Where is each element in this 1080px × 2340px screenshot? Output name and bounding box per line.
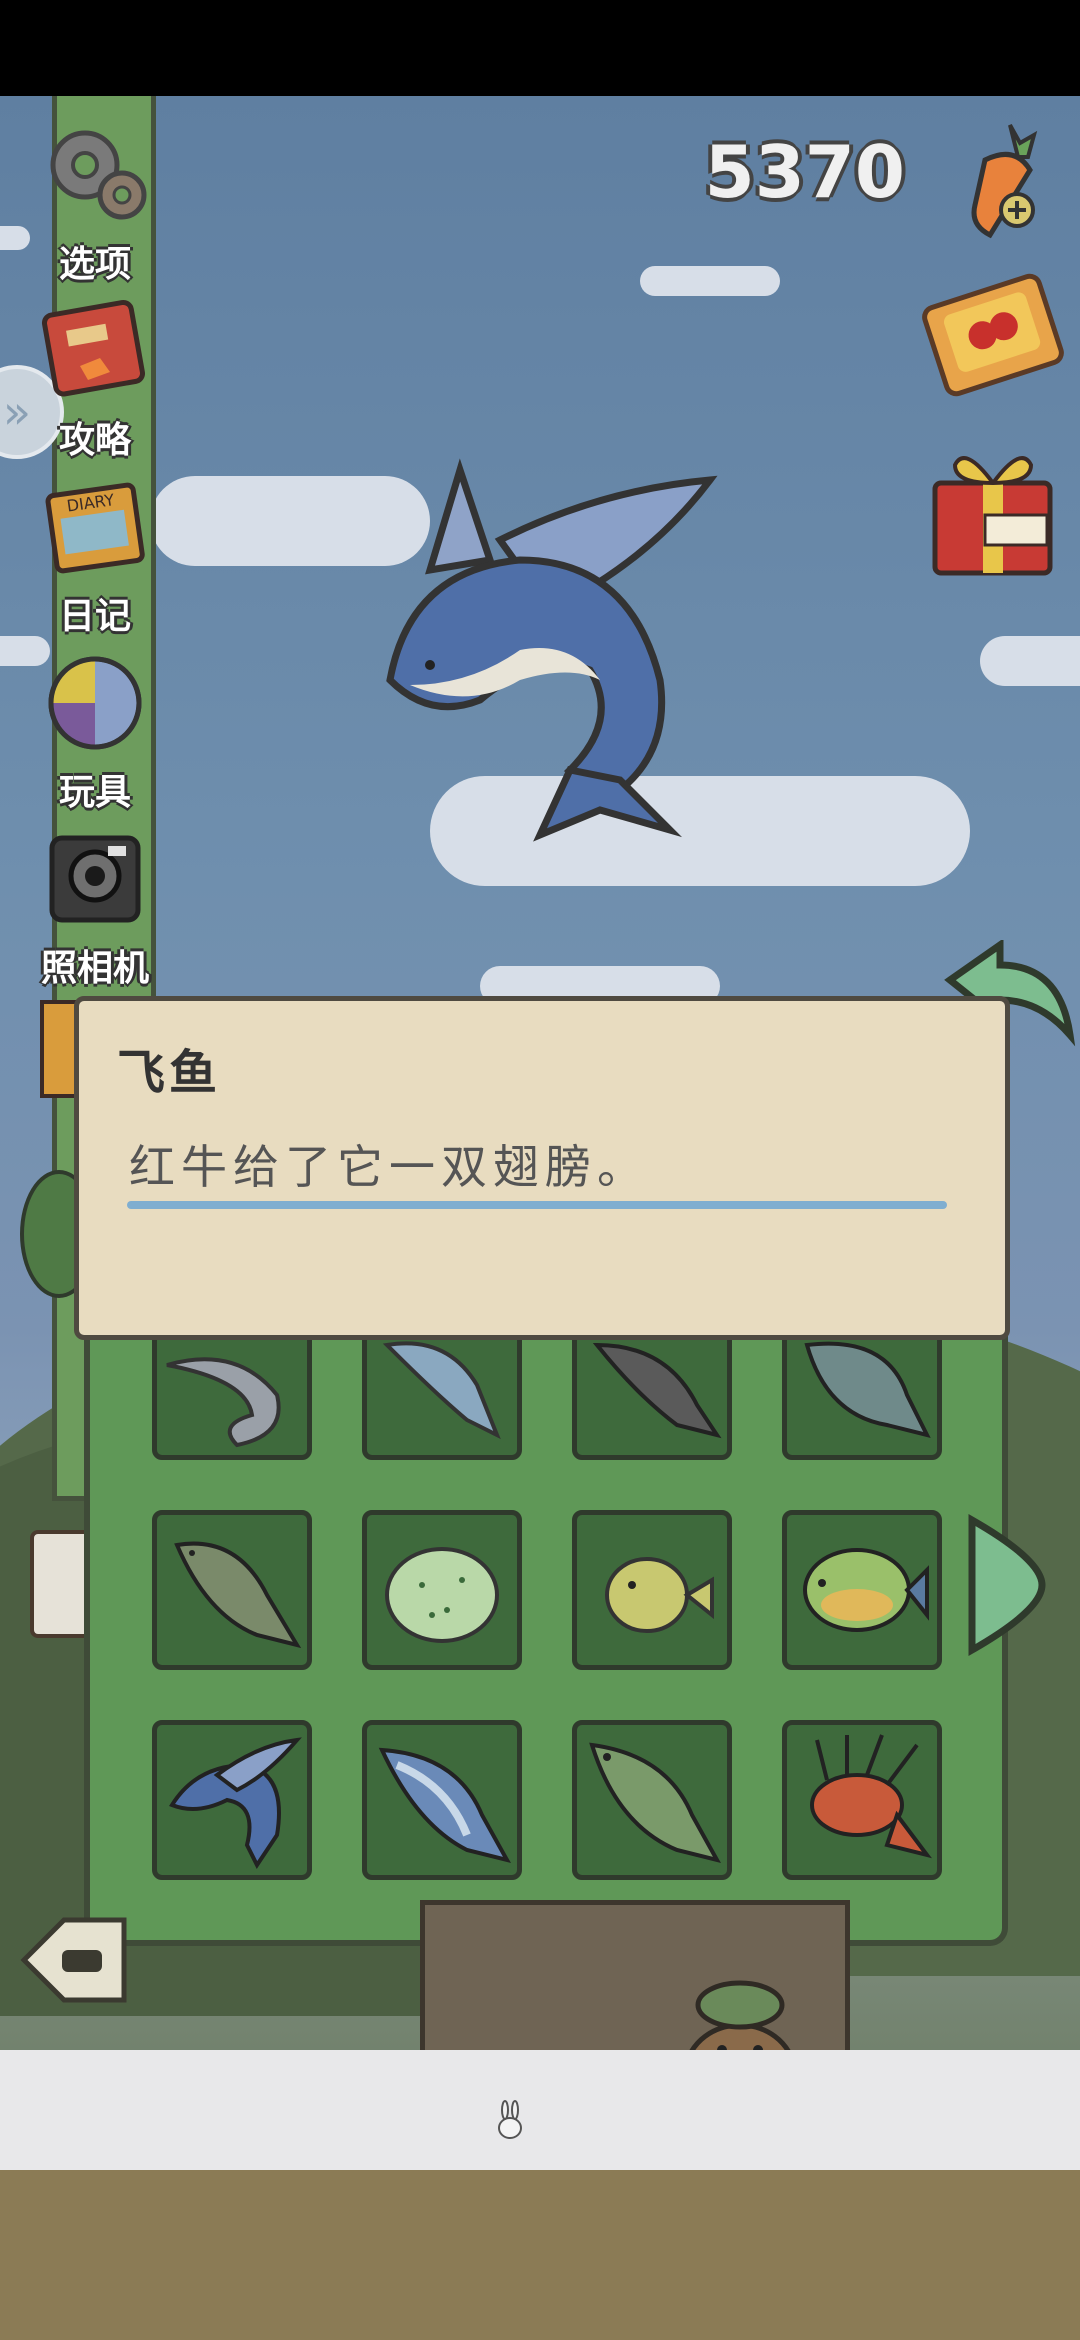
toy-ball-icon [48,656,142,750]
sturgeon-icon [166,1357,281,1448]
fish-cell-sunfish[interactable] [782,1510,942,1670]
largemouth-bass-icon [589,1742,721,1864]
bass-icon [174,1541,302,1649]
double-chevron-right-icon: » [2,385,32,439]
menu-label-toys: 玩具 [58,772,131,813]
menu-item-camera[interactable]: 照相机 [30,824,160,994]
carrot-count: 5370 [704,130,905,214]
carrot-plus-icon[interactable] [955,115,1055,245]
menu-label-diary: 日记 [58,596,131,637]
diary-icon: DIARY [45,482,145,574]
menu-label-camera: 照相机 [40,948,149,989]
fish-cell-small-puffer[interactable] [572,1510,732,1670]
camera-icon [49,835,141,923]
fish-cell-pufferfish[interactable] [362,1510,522,1670]
guide-book-icon [41,299,146,397]
salmon-icon [378,1747,511,1864]
pufferfish-icon [385,1547,499,1643]
fish-cell-sturgeon[interactable] [152,1320,312,1460]
gear-icon [50,130,147,220]
fish-cell-bass[interactable] [152,1510,312,1670]
tilapia-icon [804,1341,931,1438]
menu-item-guide[interactable]: 攻略 [30,296,160,466]
flying-fish-icon [169,1737,302,1869]
fish-cell-largemouth-bass[interactable] [572,1720,732,1880]
lionfish-icon [810,1734,932,1859]
sunfish-icon [803,1548,929,1632]
fish-cell-lionfish[interactable] [782,1720,942,1880]
next-page-button[interactable] [962,1510,1052,1660]
snow-strip [0,2050,1080,2170]
ticket-icon[interactable] [918,270,1068,400]
fish-collection-panel [84,1320,1008,1946]
phone-sign-icon[interactable] [14,1910,134,2010]
menu-label-guide: 攻略 [58,420,131,461]
fish-name: 飞鱼 [117,1045,222,1101]
menu-item-options[interactable]: 选项 [30,120,160,290]
fish-cell-blue-fish[interactable] [362,1320,522,1460]
catfish-icon [592,1342,722,1439]
small-puffer-icon [605,1557,714,1633]
menu-item-diary[interactable]: DIARY 日记 [30,472,160,642]
fish-cell-tilapia[interactable] [782,1320,942,1460]
underline [127,1201,947,1209]
fish-cell-flying-fish[interactable] [152,1720,312,1880]
fish-description: 红牛给了它一双翅膀。 [129,1140,649,1194]
fish-cell-salmon[interactable] [362,1720,522,1880]
bunny-icon [498,2100,522,2139]
menu-label-options: 选项 [58,244,131,285]
ground [0,2170,1080,2340]
gift-box-icon[interactable] [925,435,1060,580]
flying-fish-image [386,458,718,842]
fish-info-dialog: 飞鱼 红牛给了它一双翅膀。 [74,996,1010,1340]
status-bar [0,0,1080,96]
menu-item-toys[interactable]: 玩具 [30,648,160,818]
fish-cell-catfish[interactable] [572,1320,732,1460]
blue-fish-icon [382,1341,501,1440]
